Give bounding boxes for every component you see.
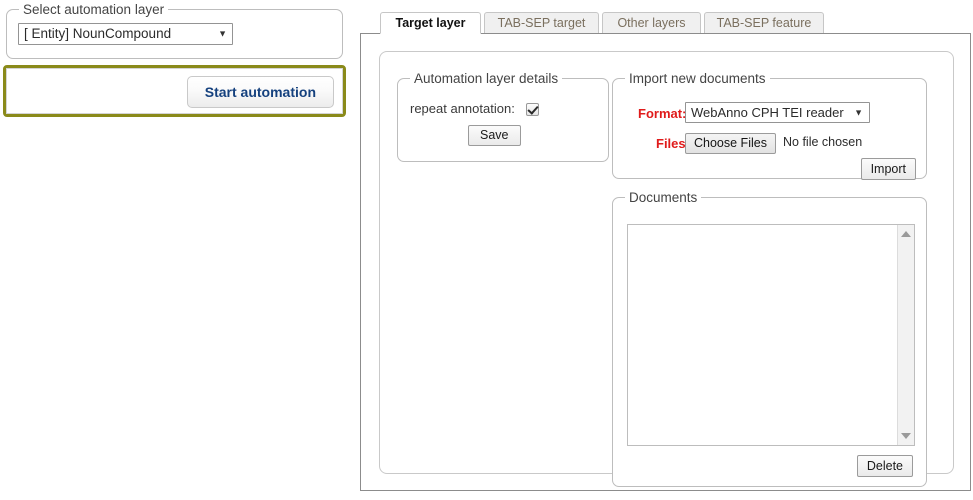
format-select-value: WebAnno CPH TEI reader bbox=[691, 105, 844, 120]
automation-layer-details-legend: Automation layer details bbox=[410, 71, 563, 86]
tab-target-layer[interactable]: Target layer bbox=[380, 12, 481, 34]
tab-panel-inner: Automation layer details repeat annotati… bbox=[379, 51, 954, 487]
automation-layer-select[interactable]: [ Entity] NounCompound ▼ bbox=[18, 23, 233, 45]
repeat-annotation-row: repeat annotation: bbox=[410, 101, 540, 116]
chevron-down-icon: ▼ bbox=[218, 28, 227, 39]
repeat-annotation-checkbox[interactable] bbox=[526, 103, 540, 116]
tab-tab-sep-target[interactable]: TAB-SEP target bbox=[484, 12, 599, 34]
save-button[interactable]: Save bbox=[468, 125, 521, 146]
start-automation-panel-inner: Start automation bbox=[6, 68, 343, 114]
documents-listbox[interactable] bbox=[627, 224, 915, 446]
choose-files-button[interactable]: Choose Files bbox=[685, 133, 776, 154]
no-file-chosen-text: No file chosen bbox=[783, 135, 863, 149]
format-select[interactable]: WebAnno CPH TEI reader ▼ bbox=[685, 102, 870, 123]
import-new-documents-panel: Import new documents Format: WebAnno CPH… bbox=[612, 71, 927, 180]
tab-strip: Target layer TAB-SEP target Other layers… bbox=[360, 12, 973, 34]
start-automation-button[interactable]: Start automation bbox=[186, 76, 334, 108]
import-button[interactable]: Import bbox=[860, 158, 916, 180]
tab-tab-sep-feature[interactable]: TAB-SEP feature bbox=[704, 12, 824, 34]
automation-layer-select-value: [ Entity] NounCompound bbox=[24, 26, 172, 41]
documents-panel: Documents Delete bbox=[612, 190, 927, 487]
scroll-down-arrow-icon[interactable] bbox=[901, 433, 911, 439]
select-automation-layer-legend: Select automation layer bbox=[19, 2, 169, 17]
automation-layer-details-panel: Automation layer details repeat annotati… bbox=[397, 71, 609, 162]
tab-other-layers[interactable]: Other layers bbox=[602, 12, 701, 34]
format-label: Format: bbox=[638, 106, 687, 121]
delete-button[interactable]: Delete bbox=[856, 455, 913, 477]
repeat-annotation-label: repeat annotation: bbox=[410, 101, 515, 116]
import-new-documents-legend: Import new documents bbox=[625, 71, 770, 86]
tab-panel: Automation layer details repeat annotati… bbox=[360, 33, 971, 491]
start-automation-panel: Start automation bbox=[3, 65, 346, 117]
documents-scrollbar[interactable] bbox=[897, 225, 914, 445]
chevron-down-icon: ▼ bbox=[854, 107, 863, 117]
documents-legend: Documents bbox=[625, 190, 702, 205]
scroll-up-arrow-icon[interactable] bbox=[901, 231, 911, 237]
right-column: Target layer TAB-SEP target Other layers… bbox=[360, 0, 973, 500]
left-column: Select automation layer [ Entity] NounCo… bbox=[0, 0, 350, 500]
select-automation-layer-panel: Select automation layer [ Entity] NounCo… bbox=[6, 2, 343, 59]
